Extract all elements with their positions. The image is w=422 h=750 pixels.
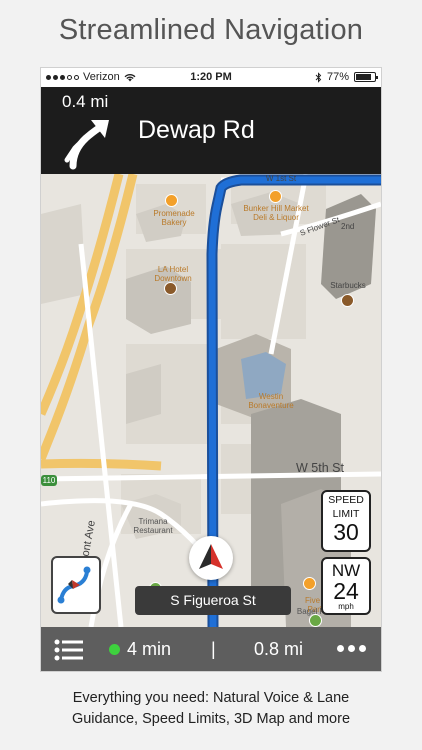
eta-display[interactable]: 4 min [109, 639, 171, 660]
poi-label-trimana: Trimana Restaurant [133, 517, 173, 535]
route-overview-icon [57, 566, 91, 604]
street-label-hope: 2nd [341, 222, 355, 231]
current-street-label: S Figueroa St [135, 586, 291, 615]
speed-limit-label-1: SPEED [328, 494, 364, 506]
menu-list-icon[interactable] [54, 639, 84, 661]
poi-label-starbucks: Starbucks [330, 281, 366, 290]
poi-coffee-icon[interactable] [341, 294, 354, 307]
speed-limit-value: 30 [333, 519, 359, 545]
status-bar: Verizon 1:20 PM 77% [41, 68, 381, 87]
bottom-bar: 4 min | 0.8 mi [41, 627, 381, 671]
turn-instruction-panel[interactable]: 0.4 mi Dewap Rd [41, 87, 381, 174]
more-options-icon[interactable] [337, 640, 367, 656]
street-label-w-5th: W 5th St [296, 461, 344, 475]
poi-bakery-icon[interactable] [165, 194, 178, 207]
highway-shield-110: 110 [41, 475, 57, 486]
speed-unit: mph [338, 602, 354, 611]
status-right: 77% [315, 71, 378, 83]
remaining-distance[interactable]: 0.8 mi [254, 639, 303, 660]
caption-line-1: Everything you need: Natural Voice & Lan… [72, 690, 350, 706]
bottom-separator: | [211, 639, 216, 659]
caption-line-2: Guidance, Speed Limits, 3D Map and more [71, 711, 351, 727]
turn-right-icon [64, 120, 109, 170]
turn-distance: 0.4 mi [62, 92, 109, 111]
eta-status-dot [109, 644, 120, 655]
speed-limit-sign: SPEED LIMIT 30 [321, 490, 371, 552]
poi-parking-icon[interactable] [303, 577, 316, 590]
battery-percent: 77% [326, 71, 349, 83]
poi-label-westin: Westin Bonaventure [248, 392, 294, 410]
promo-headline: Streamlined Navigation [58, 14, 364, 46]
bluetooth-icon [315, 71, 322, 83]
street-label-w-1st: W 1st St [265, 174, 297, 183]
next-street-name: Dewap Rd [138, 116, 255, 144]
battery-icon [354, 72, 378, 82]
vehicle-position-marker [189, 536, 233, 580]
poi-deli-icon[interactable] [269, 190, 282, 203]
current-speed: 24 [333, 578, 359, 604]
route-overview-button[interactable] [51, 556, 101, 614]
poi-label-bakery: Promenade Bakery [153, 209, 195, 227]
heading-speed-box: NW 24 mph [321, 557, 371, 615]
poi-hotel-icon[interactable] [164, 282, 177, 295]
phone-screen: Verizon 1:20 PM 77% 0.4 mi Dewap Rd W 1s… [41, 68, 381, 671]
eta-time: 4 min [127, 639, 172, 659]
promo-caption: Everything you need: Natural Voice & Lan… [20, 688, 402, 730]
poi-label-deli: Bunker Hill Market Deli & Liquor [243, 204, 309, 222]
poi-label-hotel: LA Hotel Downtown [154, 265, 192, 283]
navigation-arrow-icon [199, 544, 223, 569]
